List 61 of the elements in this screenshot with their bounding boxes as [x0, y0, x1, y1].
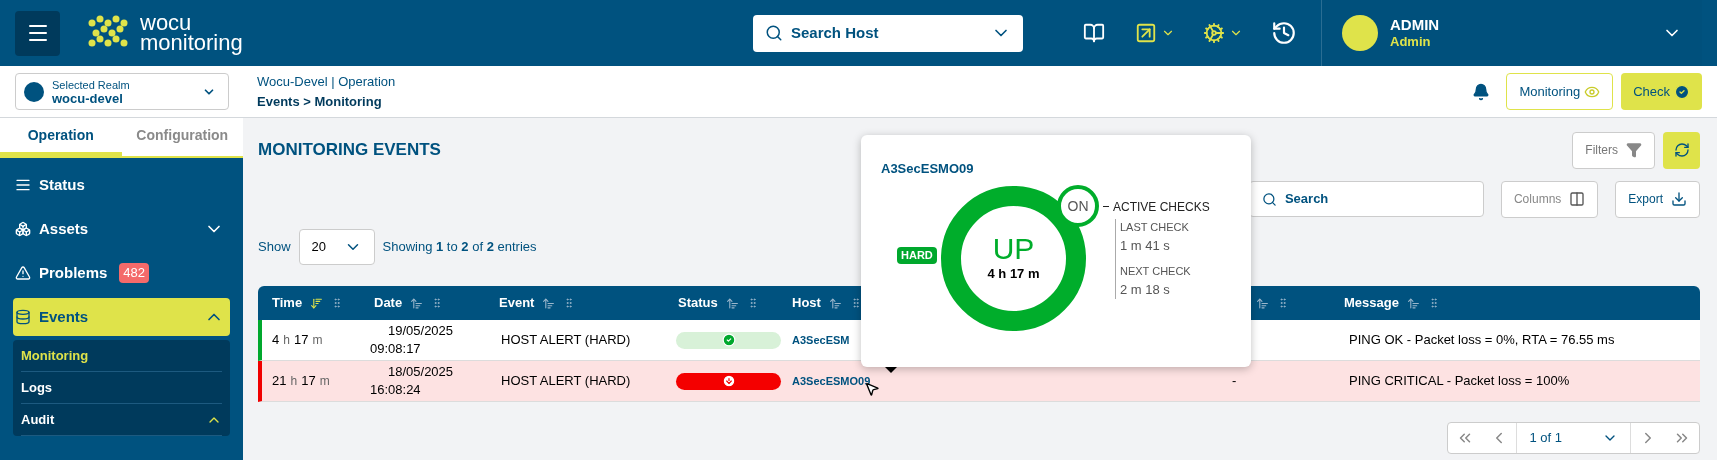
column-header[interactable]: Host	[792, 293, 821, 313]
table-cell: -	[1232, 373, 1237, 389]
time-text: 09:08:17	[370, 340, 422, 358]
sidebar-item[interactable]: Status	[13, 166, 230, 204]
export-button[interactable]: Export	[1615, 180, 1700, 218]
submenu-item[interactable]: Monitoring	[21, 340, 222, 372]
event-text: HOST ALERT (HARD)	[501, 373, 631, 389]
last-check-label: LAST CHECK	[1120, 220, 1190, 235]
time-part: m	[319, 373, 330, 391]
logo-text: wocu	[140, 13, 192, 33]
host-link[interactable]: A3SecESMO09	[792, 375, 871, 388]
time-part: 17	[293, 331, 309, 350]
submenu-item[interactable]: Logs	[21, 372, 222, 404]
showing-text: Showing 1 to 2 of 2 entries	[382, 238, 537, 257]
active-checks-label: ACTIVE CHECKS	[1113, 199, 1210, 216]
page-title: MONITORING EVENTS	[258, 139, 442, 162]
time-part: m	[312, 332, 323, 350]
column-header[interactable]: Date	[374, 293, 403, 313]
status-duration: 4 h 17 m	[987, 264, 1040, 283]
user-role: Admin	[1390, 33, 1432, 50]
realm-selector[interactable]: Selected Realm wocu-devel	[15, 73, 229, 110]
message-text: PING OK - Packet loss = 0%, RTA = 76.55 ms	[1349, 332, 1615, 348]
time-part: h	[283, 332, 290, 350]
event-text: HOST ALERT (HARD)	[501, 332, 631, 348]
time-part: 17	[301, 372, 316, 391]
popup-title: A3SecESMO09	[881, 160, 974, 178]
user-name: ADMIN	[1390, 16, 1441, 33]
last-check-value: 1 m 41 s	[1120, 236, 1171, 255]
status-badge: HARD	[897, 247, 937, 264]
submenu-item[interactable]: Audit	[21, 404, 222, 436]
time-text: 16:08:24	[370, 381, 422, 399]
column-header[interactable]: Time	[272, 293, 303, 313]
status-text: UP	[992, 233, 1035, 264]
show-label: Show	[258, 238, 291, 257]
columns-button[interactable]: Columns	[1500, 180, 1599, 218]
sidebar-item[interactable]: Events	[13, 298, 230, 336]
check-button[interactable]: Check	[1621, 73, 1702, 110]
page-size-select[interactable]: 20	[298, 229, 375, 265]
column-header[interactable]: Message	[1344, 293, 1399, 313]
monitoring-button[interactable]: Monitoring	[1506, 73, 1614, 110]
logo-text: monitoring	[140, 33, 243, 53]
search-host-field[interactable]: Search Host	[753, 14, 1023, 52]
breadcrumb-text: Wocu-Devel | Operation	[257, 72, 396, 91]
search-field[interactable]: Search	[1248, 181, 1484, 217]
column-header[interactable]: Status	[678, 293, 718, 313]
time-part: 4	[272, 331, 280, 350]
host-link[interactable]: A3SecESM	[792, 334, 850, 347]
count-badge: 482	[119, 263, 150, 283]
next-check-label: NEXT CHECK	[1120, 264, 1191, 279]
time-part: h	[290, 373, 298, 391]
page-select[interactable]: 1 of 1	[1516, 423, 1631, 453]
filters-button[interactable]: Filters	[1572, 131, 1655, 169]
message-text: PING CRITICAL - Packet loss = 100%	[1349, 373, 1570, 389]
breadcrumb-path: Events > Monitoring	[257, 92, 383, 111]
sidebar-item[interactable]: Assets	[13, 210, 230, 248]
date-text: 19/05/2025	[387, 322, 455, 340]
sidebar-item[interactable]: Problems 482	[13, 254, 230, 292]
next-check-value: 2 m 18 s	[1120, 280, 1171, 299]
date-text: 18/05/2025	[387, 363, 455, 381]
time-part: 21	[272, 372, 287, 391]
column-header[interactable]: Event	[499, 293, 535, 313]
